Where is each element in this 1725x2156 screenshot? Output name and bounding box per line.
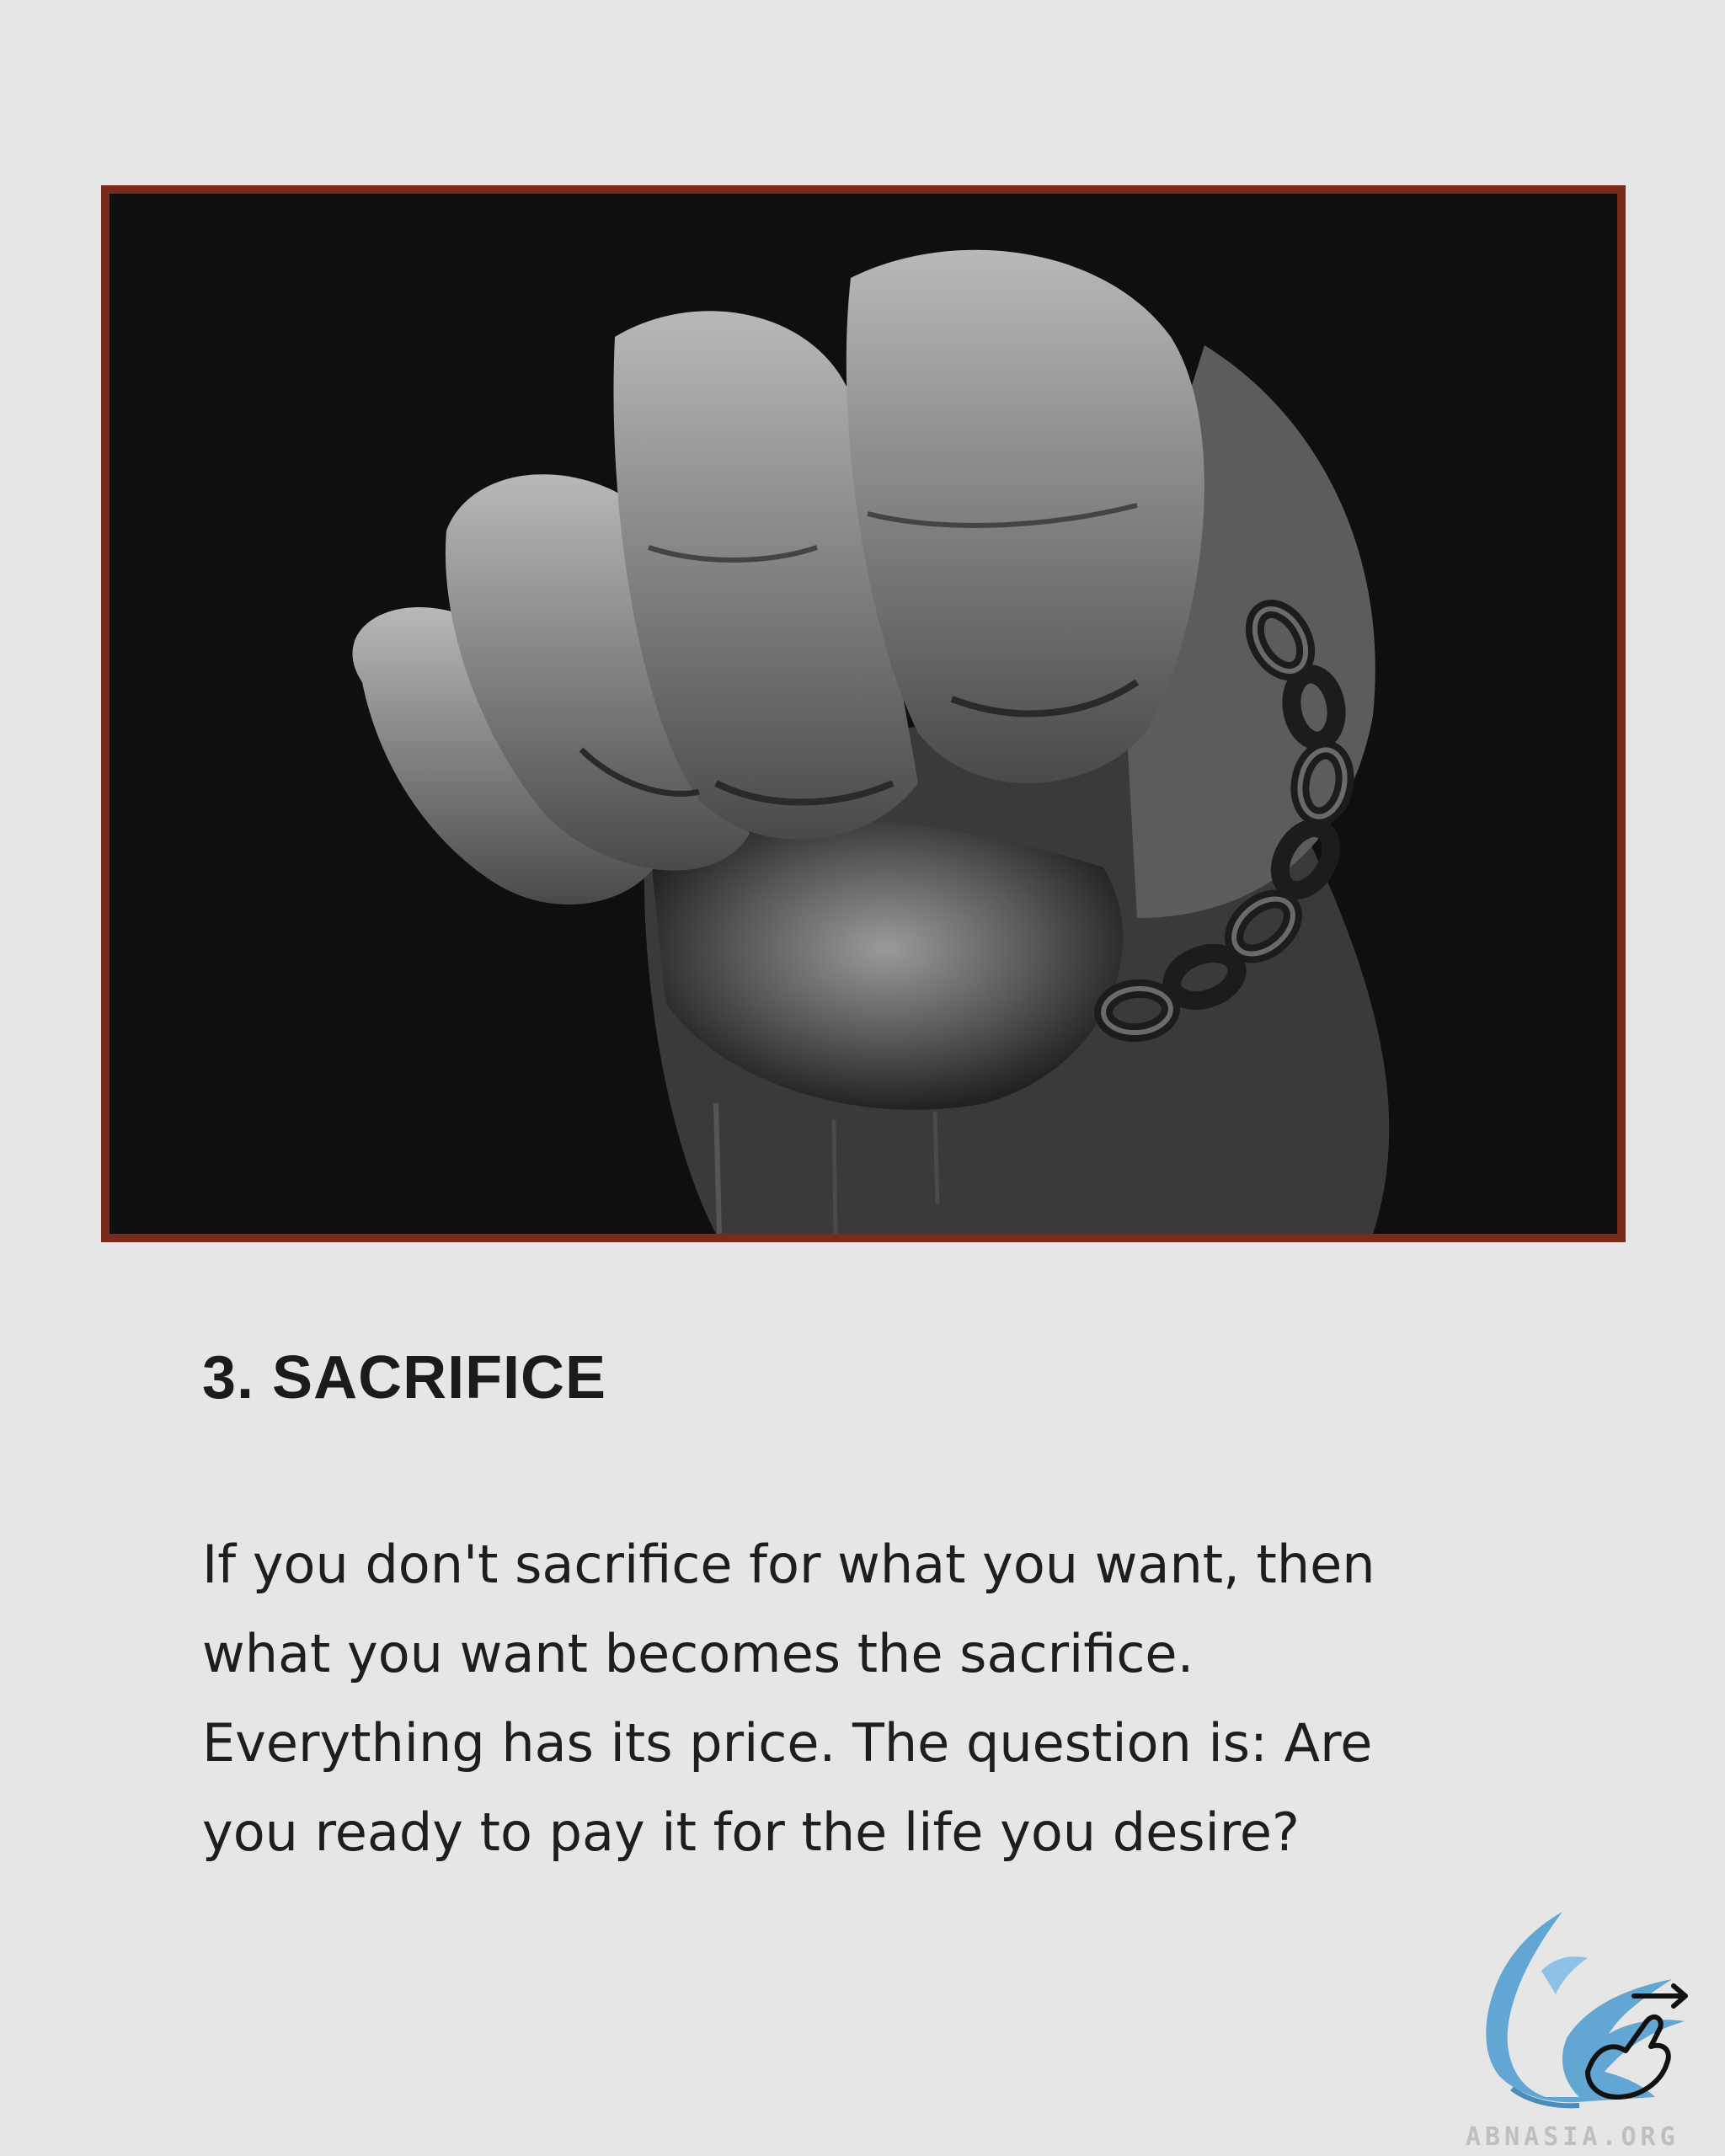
watermark-text: ABNASIA.ORG — [1466, 2122, 1680, 2152]
quote-line: you ready to pay it for the life you des… — [202, 1801, 1300, 1863]
griffin-logo-icon — [1486, 1912, 1685, 2109]
quote-paragraph: If you don't sacrifice for what you want… — [202, 1520, 1634, 1877]
quote-line: If you don't sacrifice for what you want… — [202, 1534, 1375, 1595]
quote-line: Everything has its price. The question i… — [202, 1712, 1373, 1774]
section-heading: 3. SACRIFICE — [202, 1344, 607, 1412]
quote-line: what you want becomes the sacrifice. — [202, 1623, 1194, 1684]
chained-fist-illustration — [109, 194, 1617, 1234]
watermark-logo — [1461, 1895, 1714, 2114]
hero-image — [101, 185, 1626, 1242]
